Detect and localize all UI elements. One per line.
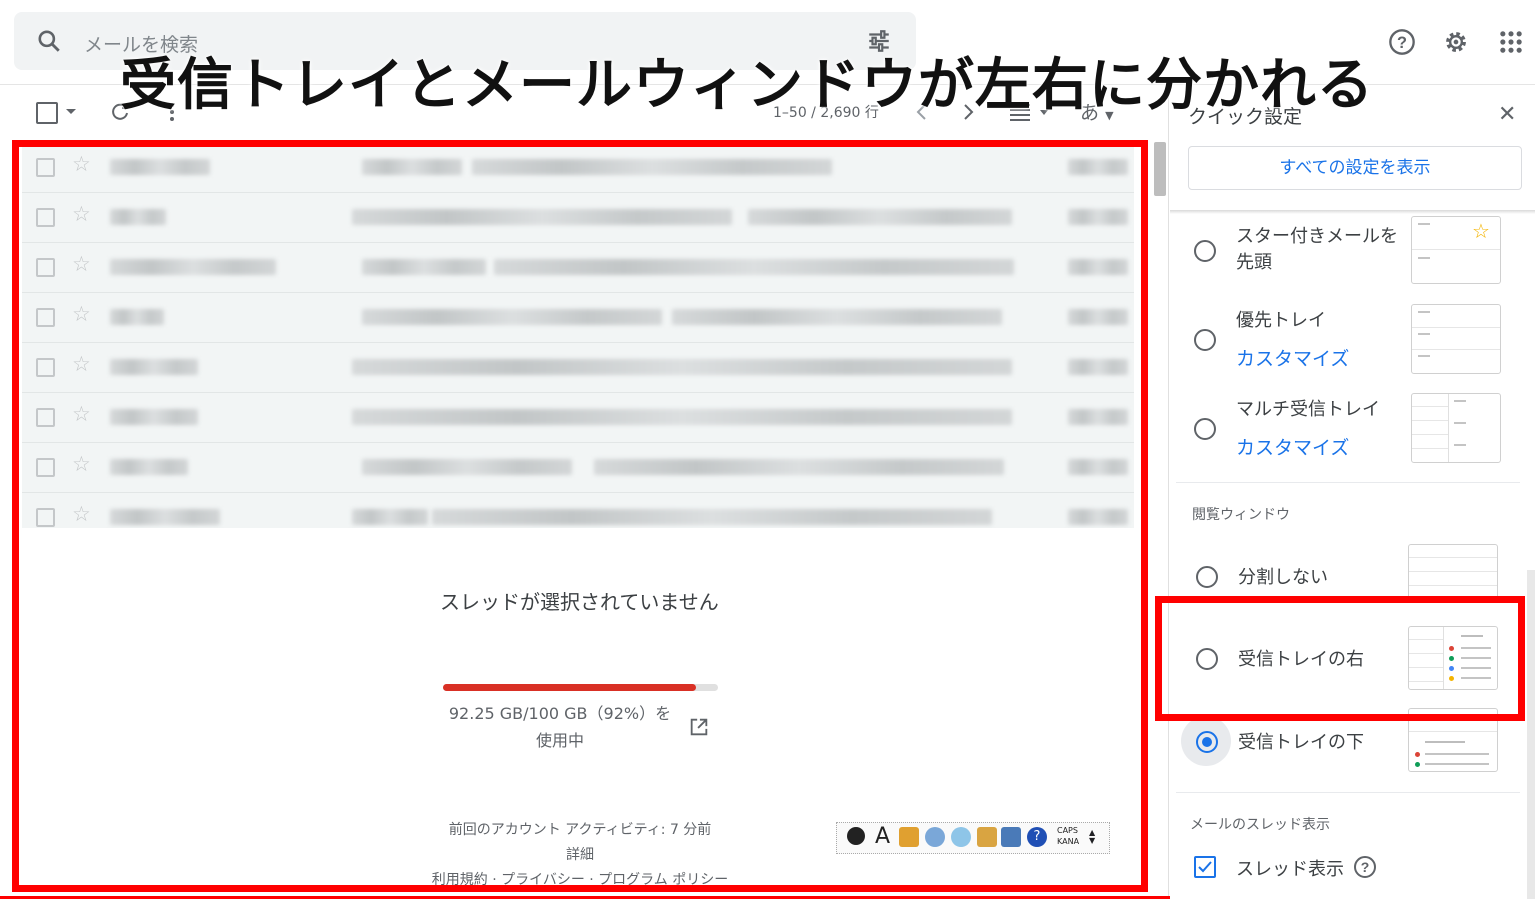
help-icon[interactable]: ? [1388, 28, 1416, 56]
option-starred-first-line1: スター付きメールを [1236, 226, 1398, 247]
option-starred-first-label: スター付きメールを 先頭 [1236, 224, 1398, 276]
panel-divider [1170, 210, 1535, 214]
thumbnail-multiple-inbox [1411, 393, 1501, 463]
all-settings-button[interactable]: すべての設定を表示 [1188, 146, 1522, 190]
option-no-split-label: 分割しない [1238, 567, 1328, 588]
radio-starred-first[interactable] [1194, 240, 1216, 262]
star-icon: ☆ [1472, 219, 1490, 243]
svg-text:?: ? [1397, 34, 1407, 52]
thumbnail-no-split [1408, 544, 1498, 602]
select-dropdown-icon[interactable] [66, 109, 76, 114]
option-multiple-inbox-label: マルチ受信トレイ [1236, 399, 1380, 420]
svg-text:?: ? [1361, 859, 1370, 875]
settings-gear-icon[interactable] [1442, 28, 1470, 56]
highlight-frame-inbox-pane [12, 140, 1148, 892]
option-below-inbox-label: 受信トレイの下 [1238, 732, 1364, 753]
select-all-checkbox[interactable] [36, 102, 58, 124]
highlight-frame-right-option [1155, 596, 1525, 721]
radio-below-inbox[interactable] [1196, 731, 1218, 753]
section-divider [1176, 792, 1520, 793]
reading-pane-section-title: 閲覧ウィンドウ [1192, 507, 1290, 523]
multiple-customize-link[interactable]: カスタマイズ [1236, 433, 1349, 460]
section-divider [1176, 482, 1520, 483]
panel-scrollbar[interactable] [1527, 570, 1535, 899]
annotation-headline: 受信トレイとメールウィンドウが左右に分かれる [120, 53, 1374, 118]
thumbnail-starred-first: ☆ [1411, 216, 1501, 284]
option-priority-inbox-label: 優先トレイ [1236, 310, 1326, 331]
radio-no-split[interactable] [1196, 566, 1218, 588]
thread-section-title: メールのスレッド表示 [1190, 817, 1330, 833]
quick-settings-panel [1168, 86, 1535, 899]
mail-list-scrollbar[interactable] [1154, 142, 1166, 196]
thread-view-checkbox[interactable] [1194, 856, 1216, 878]
priority-customize-link[interactable]: カスタマイズ [1236, 344, 1349, 371]
close-icon[interactable]: ✕ [1498, 102, 1516, 127]
apps-grid-icon[interactable] [1497, 28, 1525, 56]
search-icon[interactable] [36, 28, 62, 54]
radio-multiple-inbox[interactable] [1194, 418, 1216, 440]
thread-view-label: スレッド表示 [1236, 859, 1344, 880]
thread-help-icon[interactable]: ? [1353, 855, 1377, 879]
radio-priority-inbox[interactable] [1194, 329, 1216, 351]
thumbnail-priority-inbox [1411, 304, 1501, 374]
option-starred-first-line2: 先頭 [1236, 252, 1272, 273]
